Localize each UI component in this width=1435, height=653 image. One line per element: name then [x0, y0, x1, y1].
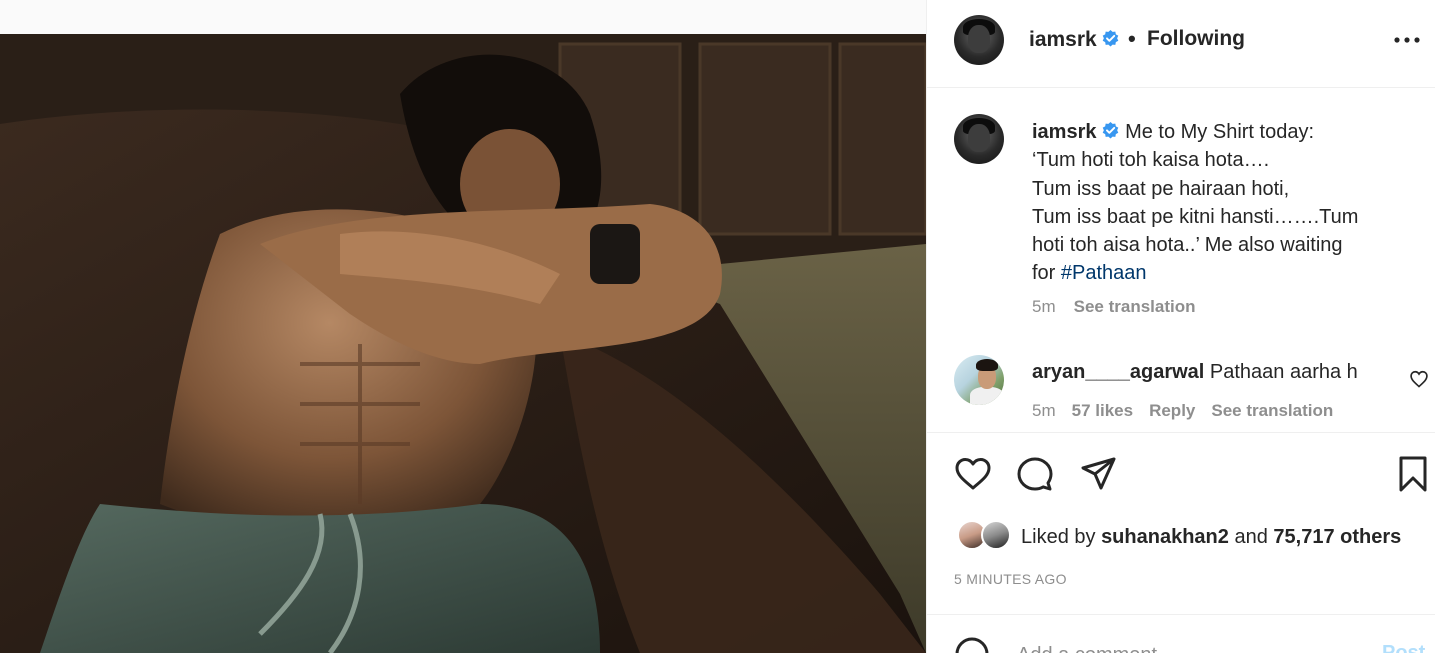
liked-by-avatars [957, 520, 1017, 552]
post-header: iamsrk • Following [927, 0, 1435, 88]
add-comment-input[interactable] [1017, 640, 1357, 653]
comment-reply-button[interactable]: Reply [1149, 401, 1195, 420]
liked-by-prefix: Liked by [1021, 526, 1096, 548]
post-timestamp[interactable]: 5 MINUTES AGO [954, 571, 1067, 587]
like-heart-icon[interactable] [953, 454, 993, 494]
media-top-strip [0, 0, 926, 34]
comment-see-translation[interactable]: See translation [1211, 401, 1333, 420]
verified-badge-icon [1102, 29, 1119, 47]
caption-username[interactable]: iamsrk [1032, 121, 1097, 143]
hashtag-link[interactable]: #Pathaan [1061, 262, 1147, 284]
post-photo-image [0, 34, 926, 653]
comment-body: Pathaan aarha h [1209, 361, 1358, 383]
comment-time: 5m [1032, 401, 1056, 420]
divider [927, 432, 1435, 433]
caption-meta: 5m See translation [1032, 297, 1196, 317]
caption-line: Tum iss baat pe hairaan hoti, [1032, 177, 1290, 200]
caption-see-translation[interactable]: See translation [1074, 297, 1196, 316]
post-photo[interactable] [0, 34, 926, 653]
avatar-hair [976, 359, 998, 371]
header-separator: • [1128, 26, 1136, 51]
liker-avatar[interactable] [981, 520, 1011, 550]
post-media-area [0, 0, 926, 653]
author-username-row: iamsrk [1029, 28, 1120, 52]
divider [927, 614, 1435, 615]
following-button[interactable]: Following [1147, 27, 1245, 51]
commenter-username[interactable]: aryan____agarwal [1032, 361, 1204, 383]
comment-bubble-icon[interactable] [1015, 454, 1055, 494]
caption-line: for [1032, 262, 1061, 285]
share-paper-plane-icon[interactable] [1079, 454, 1119, 494]
caption-line: hoti toh aisa hota..’ Me also waiting [1032, 234, 1343, 257]
comment-text: aryan____agarwal Pathaan aarha h [1032, 361, 1358, 384]
caption-author-avatar[interactable] [954, 114, 1004, 164]
post-comment-button[interactable]: Post [1382, 642, 1425, 653]
likes-summary: Liked by suhanakhan2 and 75,717 others [1021, 526, 1401, 549]
caption-line: Tum iss baat pe kitni hansti…….Tum [1032, 205, 1359, 228]
comment-likes[interactable]: 57 likes [1072, 401, 1133, 420]
avatar-face [968, 25, 990, 53]
more-options-icon[interactable] [1393, 30, 1421, 50]
commenter-avatar[interactable] [954, 355, 1004, 405]
comment-meta: 5m 57 likes Reply See translation [1032, 401, 1333, 421]
avatar-face [968, 124, 990, 152]
avatar-body [970, 387, 1004, 405]
comment-like-heart-icon[interactable] [1409, 369, 1429, 389]
caption-text: iamsrk Me to My Shirt today: ‘Tum hoti t… [1032, 118, 1412, 288]
liked-by-user[interactable]: suhanakhan2 [1101, 526, 1229, 548]
liked-by-others[interactable]: 75,717 others [1273, 526, 1401, 548]
post-side-panel: iamsrk • Following iamsrk Me to My Shirt… [926, 0, 1435, 653]
liked-by-and: and [1234, 526, 1268, 548]
verified-badge-icon [1102, 121, 1118, 139]
caption-time: 5m [1032, 297, 1056, 316]
caption-line: ‘Tum hoti toh kaisa hota…. [1032, 149, 1270, 172]
caption-line: Me to My Shirt today: [1125, 121, 1315, 143]
author-username[interactable]: iamsrk [1029, 28, 1097, 51]
author-avatar[interactable] [954, 15, 1004, 65]
save-bookmark-icon[interactable] [1393, 454, 1433, 494]
emoji-icon[interactable] [954, 636, 990, 653]
